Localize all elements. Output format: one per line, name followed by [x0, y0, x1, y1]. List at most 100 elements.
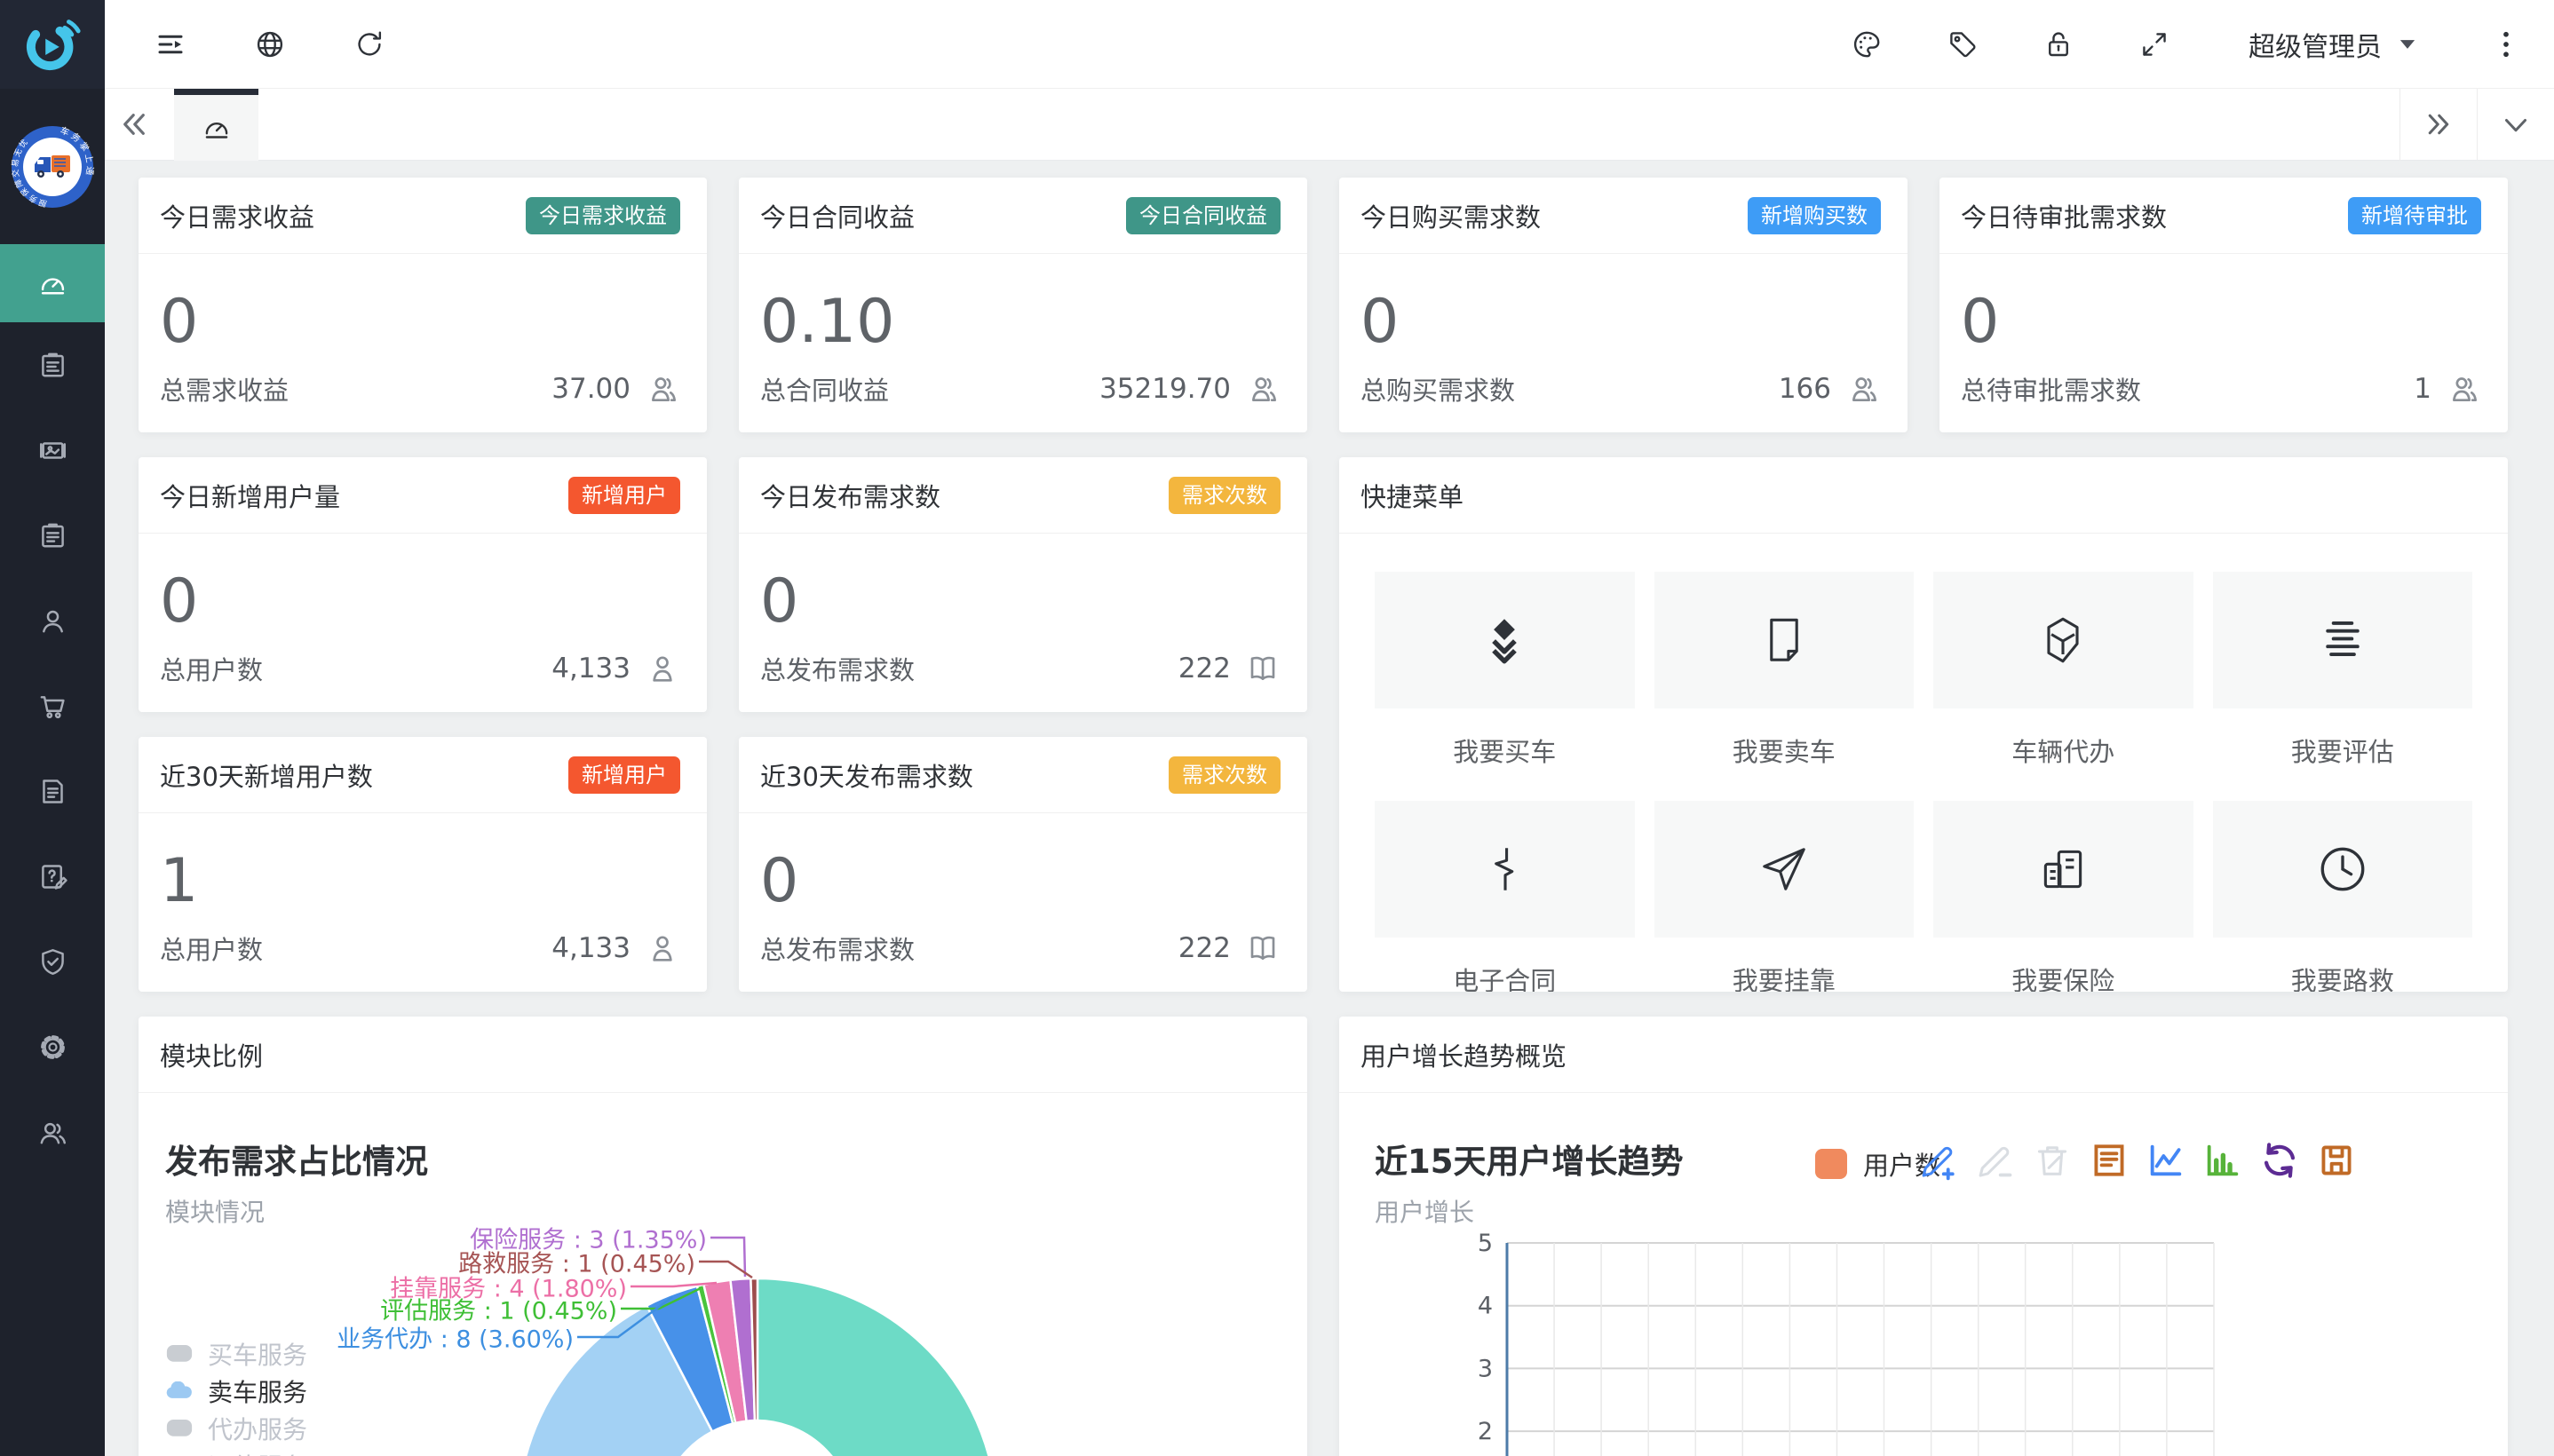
stat-footer-value: 37.00: [551, 373, 631, 405]
quick-menu-item-2[interactable]: [1654, 572, 1915, 708]
dashboard-icon: [36, 267, 69, 300]
stat-card-6: 今日发布需求数需求次数0总发布需求数222: [739, 457, 1307, 712]
pie-legend-item[interactable]: 卖车服务: [165, 1373, 307, 1410]
data-view-icon[interactable]: [2089, 1140, 2130, 1181]
quick-menu-label: 我要买车: [1375, 732, 1635, 769]
pie-legend-item[interactable]: 代办服务: [165, 1410, 307, 1447]
cube-icon: [2035, 613, 2090, 668]
stat-footer-value: 4,133: [551, 653, 631, 684]
stat-card-2: 今日合同收益今日合同收益0.10总合同收益35219.70: [739, 178, 1307, 432]
refresh-icon[interactable]: [353, 28, 385, 60]
cart-icon: [36, 690, 69, 723]
globe-icon[interactable]: [254, 28, 286, 60]
stat-footer-label: 总待审批需求数: [1961, 370, 2141, 408]
user-growth-card: 用户增长趋势概览 近15天用户增长趋势 用户数 用户增长 5432: [1339, 1017, 2508, 1456]
stat-card-3: 今日购买需求数新增购买数0总购买需求数166: [1339, 178, 1908, 432]
sidebar-item-shield-check[interactable]: [0, 919, 105, 1004]
stat-card-header: 今日合同收益今日合同收益: [739, 178, 1307, 254]
lock-icon[interactable]: [2042, 28, 2074, 60]
sidebar-item-gear[interactable]: [0, 1004, 105, 1089]
restore-icon[interactable]: [2259, 1140, 2300, 1181]
sidebar-item-dashboard[interactable]: [0, 244, 105, 322]
quick-menu-cell: 我要评估: [2213, 572, 2473, 769]
pie-legend-label: 代办服务: [208, 1411, 307, 1446]
module-ratio-header: 模块比例: [139, 1017, 1307, 1093]
quick-menu-item-1[interactable]: [1375, 572, 1635, 708]
stat-card-title: 今日购买需求数: [1360, 197, 1541, 234]
sidebar-item-doc-edit[interactable]: [0, 834, 105, 919]
fullscreen-icon[interactable]: [2138, 28, 2170, 60]
sidebar-menu: [0, 244, 105, 1175]
trash-icon[interactable]: [2032, 1140, 2073, 1181]
pie-legend-item[interactable]: 买车服务: [165, 1335, 307, 1373]
save-icon[interactable]: [2316, 1140, 2357, 1181]
quick-menu-item-5[interactable]: [1375, 801, 1635, 938]
user-menu[interactable]: 超级管理员: [2249, 25, 2419, 64]
tabs-scroll-right[interactable]: [2399, 89, 2477, 161]
quick-menu-item-4[interactable]: [2213, 572, 2473, 708]
quick-menu-label: 我要路救: [2213, 961, 2473, 992]
pencil-minus-icon[interactable]: [1975, 1140, 2016, 1181]
pencil-add-icon[interactable]: [1918, 1140, 1959, 1181]
tabbar: [105, 89, 2554, 161]
legend-square-icon: [165, 1419, 194, 1438]
quick-menu-label: 我要挂靠: [1654, 961, 1915, 992]
quick-menu-cell: 我要挂靠: [1654, 801, 1915, 992]
tag-icon[interactable]: [1947, 28, 1979, 60]
sidebar-item-user[interactable]: [0, 578, 105, 663]
stat-footer-value: 35219.70: [1099, 373, 1231, 405]
stat-card-title: 今日待审批需求数: [1961, 197, 2167, 234]
sidebar-item-clipboard2[interactable]: [0, 493, 105, 578]
sidebar-item-picture[interactable]: [0, 408, 105, 493]
svg-text:4: 4: [1478, 1293, 1493, 1320]
stat-footer-value: 222: [1178, 653, 1231, 684]
layers-icon: [1477, 613, 1532, 668]
stat-card-footer: 总购买需求数166: [1360, 370, 1881, 408]
legend-square-icon: [165, 1344, 194, 1364]
caret-down-icon: [2396, 33, 2419, 56]
more-menu-icon[interactable]: [2490, 28, 2522, 60]
paper-plane-icon: [1757, 842, 1812, 897]
line-chart-icon[interactable]: [2146, 1140, 2186, 1181]
pie-legend: 买车服务卖车服务代办服务评估服务: [165, 1335, 307, 1456]
quick-menu-item-6[interactable]: [1654, 801, 1915, 938]
quick-menu-item-8[interactable]: [2213, 801, 2473, 938]
stat-footer-label: 总购买需求数: [1360, 370, 1515, 408]
pie-chart-title: 发布需求占比情况: [165, 1135, 428, 1183]
tabs-scroll-left[interactable]: [105, 107, 163, 141]
topbar-right-actions: 超级管理员: [1851, 25, 2554, 64]
user-growth-header: 用户增长趋势概览: [1339, 1017, 2508, 1093]
palette-icon[interactable]: [1851, 28, 1883, 60]
user-growth-card-title: 用户增长趋势概览: [1360, 1036, 1567, 1073]
pie-legend-label: 买车服务: [208, 1336, 307, 1372]
stat-card-title: 今日发布需求数: [760, 477, 940, 514]
stat-footer-right: 4,133: [551, 930, 680, 966]
sidebar-item-clipboard[interactable]: [0, 322, 105, 408]
stat-footer-value: 222: [1178, 932, 1231, 964]
text-lines-icon: [2315, 613, 2370, 668]
stat-footer-value: 1: [2414, 373, 2431, 405]
quick-menu-cell: 我要路救: [2213, 801, 2473, 992]
stat-card-footer: 总发布需求数222: [760, 650, 1281, 687]
stat-card-8: 近30天发布需求数需求次数0总发布需求数222: [739, 737, 1307, 992]
stat-card-header: 近30天新增用户数新增用户: [139, 737, 707, 813]
stat-card-title: 今日新增用户量: [160, 477, 340, 514]
stat-card-footer: 总需求收益37.00: [160, 370, 680, 408]
tab-dashboard[interactable]: [174, 89, 258, 161]
quick-menu-item-7[interactable]: [1933, 801, 2193, 938]
sidebar-item-users[interactable]: [0, 1089, 105, 1175]
stat-card-header: 今日待审批需求数新增待审批: [1939, 178, 2508, 254]
doc-edit-icon: [36, 860, 69, 893]
sidebar-item-document[interactable]: [0, 748, 105, 834]
people-double-icon: [645, 371, 680, 407]
quick-menu-cell: 车辆代办: [1933, 572, 2193, 769]
stat-card-7: 近30天新增用户数新增用户1总用户数4,133: [139, 737, 707, 992]
collapse-menu-icon[interactable]: [155, 28, 186, 60]
chevron-down-icon: [2500, 108, 2532, 140]
bar-chart-icon[interactable]: [2202, 1140, 2243, 1181]
pie-legend-item[interactable]: 评估服务: [165, 1447, 307, 1456]
sidebar-item-cart[interactable]: [0, 663, 105, 748]
tabs-options[interactable]: [2477, 89, 2554, 161]
quick-menu-title: 快捷菜单: [1360, 477, 1463, 514]
quick-menu-item-3[interactable]: [1933, 572, 2193, 708]
